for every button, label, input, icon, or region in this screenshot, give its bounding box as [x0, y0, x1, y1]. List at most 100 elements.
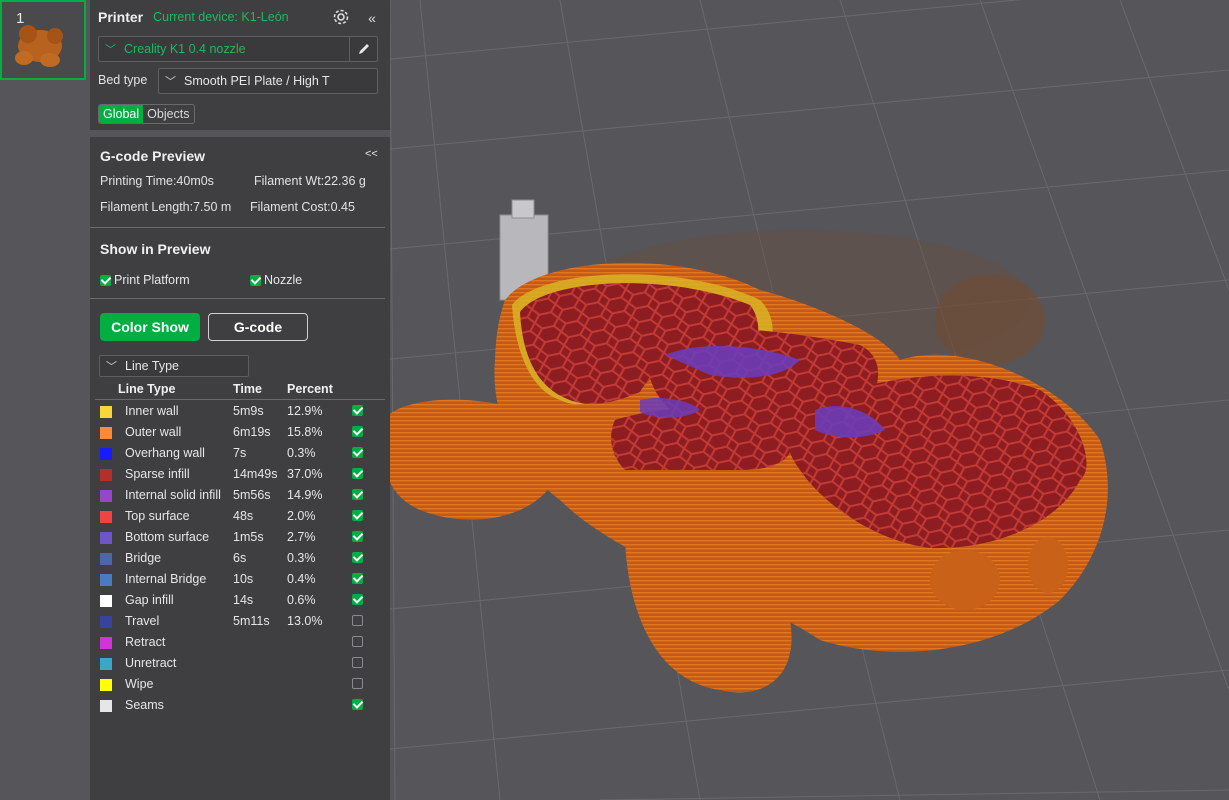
- color-swatch: [100, 511, 112, 523]
- legend-time: 5m56s: [233, 488, 271, 502]
- legend-name: Seams: [125, 698, 164, 712]
- checkbox-unchecked-icon[interactable]: [352, 678, 363, 689]
- filament-weight: Filament Wt:22.36 g: [254, 174, 366, 188]
- tab-objects[interactable]: Objects: [143, 105, 193, 123]
- legend-name: Bridge: [125, 551, 162, 565]
- printer-panel: Printer Current device: K1-León « ﹀ Crea…: [90, 0, 390, 130]
- checkbox-checked-icon[interactable]: [352, 552, 363, 563]
- bed-type-value: Smooth PEI Plate / High T: [184, 74, 330, 88]
- gcode-button[interactable]: G-code: [208, 313, 308, 341]
- view-type-select[interactable]: ﹀ Line Type: [99, 355, 249, 377]
- view-type-value: Line Type: [125, 359, 179, 373]
- print-platform-checkbox[interactable]: Print Platform: [100, 273, 190, 287]
- checkbox-checked-icon: [250, 274, 261, 286]
- color-show-button[interactable]: Color Show: [100, 313, 200, 341]
- collapse-preview-icon[interactable]: <<: [365, 148, 378, 160]
- legend-time: 6m19s: [233, 425, 271, 439]
- teddy-bear-thumbnail-icon: [15, 25, 63, 67]
- legend-name: Overhang wall: [125, 446, 205, 460]
- legend-name: Retract: [125, 635, 166, 649]
- color-swatch: [100, 700, 112, 712]
- legend-row: Outer wall 6m19s 15.8%: [90, 422, 385, 443]
- legend-percent: 13.0%: [287, 614, 323, 628]
- legend-row: Gap infill 14s 0.6%: [90, 590, 385, 611]
- legend-row: Inner wall 5m9s 12.9%: [90, 401, 385, 422]
- checkbox-checked-icon[interactable]: [352, 426, 363, 437]
- gcode-preview-title: G-code Preview: [100, 148, 206, 164]
- color-swatch: [100, 406, 112, 418]
- color-swatch: [100, 532, 112, 544]
- bed-type-select[interactable]: ﹀ Smooth PEI Plate / High T: [158, 68, 378, 94]
- plate-thumbnail[interactable]: 1: [0, 0, 86, 80]
- printing-time: Printing Time:40m0s: [100, 174, 214, 188]
- nozzle-checkbox[interactable]: Nozzle: [250, 273, 302, 287]
- legend-percent: 2.0%: [287, 509, 316, 523]
- printer-title: Printer: [98, 9, 144, 25]
- legend-time: 7s: [233, 446, 247, 460]
- legend-row: Internal Bridge 10s 0.4%: [90, 569, 385, 590]
- legend-row: Internal solid infill 5m56s 14.9%: [90, 485, 385, 506]
- legend-row: Bottom surface 1m5s 2.7%: [90, 527, 385, 548]
- legend-time: 5m9s: [233, 404, 264, 418]
- legend-row: Travel 5m11s 13.0%: [90, 611, 385, 632]
- current-device: Current device: K1-León: [153, 10, 289, 24]
- legend-time: 5m11s: [233, 614, 270, 628]
- checkbox-checked-icon[interactable]: [352, 531, 363, 542]
- legend-row: Top surface 48s 2.0%: [90, 506, 385, 527]
- col-header-percent: Percent: [287, 382, 333, 396]
- global-objects-toggle: Global Objects: [98, 104, 195, 124]
- checkbox-unchecked-icon[interactable]: [352, 636, 363, 647]
- legend-row: Sparse infill 14m49s 37.0%: [90, 464, 385, 485]
- legend-name: Wipe: [125, 677, 154, 691]
- color-swatch: [100, 658, 112, 670]
- show-in-preview-title: Show in Preview: [100, 241, 211, 257]
- color-swatch: [100, 616, 112, 628]
- legend-row: Seams: [90, 695, 385, 716]
- color-swatch: [100, 595, 112, 607]
- chevron-down-icon: ﹀: [105, 44, 116, 56]
- legend-row: Retract: [90, 632, 385, 653]
- checkbox-checked-icon: [100, 274, 111, 286]
- checkbox-unchecked-icon[interactable]: [352, 615, 363, 626]
- checkbox-checked-icon[interactable]: [352, 510, 363, 521]
- checkbox-checked-icon[interactable]: [352, 447, 363, 458]
- tab-global[interactable]: Global: [99, 105, 144, 123]
- checkbox-checked-icon[interactable]: [352, 405, 363, 416]
- legend-time: 14s: [233, 593, 254, 607]
- legend-name: Travel: [125, 614, 160, 628]
- legend-percent: 0.3%: [287, 551, 316, 565]
- filament-length: Filament Length:7.50 m: [100, 200, 232, 214]
- gcode-preview-panel: G-code Preview << Printing Time:40m0s Fi…: [90, 137, 390, 800]
- edit-printer-pencil-icon[interactable]: [349, 37, 377, 61]
- legend-time: 10s: [233, 572, 254, 586]
- col-header-line-type: Line Type: [118, 382, 176, 396]
- legend-percent: 2.7%: [287, 530, 316, 544]
- color-swatch: [100, 553, 112, 565]
- legend-percent: 0.3%: [287, 446, 316, 460]
- color-swatch: [100, 469, 112, 481]
- legend-time: 6s: [233, 551, 247, 565]
- divider: [90, 227, 385, 228]
- col-header-time: Time: [233, 382, 262, 396]
- legend-percent: 0.4%: [287, 572, 316, 586]
- legend-time: 1m5s: [233, 530, 264, 544]
- checkbox-checked-icon[interactable]: [352, 489, 363, 500]
- legend-row: Unretract: [90, 653, 385, 674]
- checkbox-checked-icon[interactable]: [352, 573, 363, 584]
- checkbox-unchecked-icon[interactable]: [352, 657, 363, 668]
- legend-name: Bottom surface: [125, 530, 210, 544]
- color-swatch: [100, 574, 112, 586]
- legend-name: Unretract: [125, 656, 177, 670]
- checkbox-checked-icon[interactable]: [352, 468, 363, 479]
- chevron-down-icon: ﹀: [106, 361, 117, 373]
- printer-profile-select[interactable]: ﹀ Creality K1 0.4 nozzle: [98, 36, 378, 62]
- color-swatch: [100, 448, 112, 460]
- plate-list: 1: [0, 0, 90, 800]
- legend-percent: 14.9%: [287, 488, 323, 502]
- bed-type-label: Bed type: [98, 73, 148, 87]
- checkbox-checked-icon[interactable]: [352, 594, 363, 605]
- printer-settings-gear-icon[interactable]: [331, 7, 351, 27]
- color-swatch: [100, 637, 112, 649]
- checkbox-checked-icon[interactable]: [352, 699, 363, 710]
- collapse-sidebar-icon[interactable]: «: [362, 8, 382, 28]
